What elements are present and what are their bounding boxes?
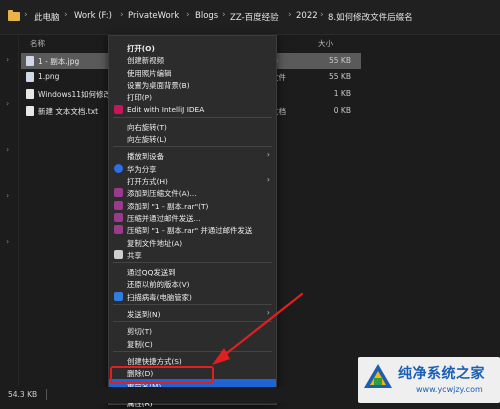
annotation-arrow-icon [212, 292, 304, 365]
watermark: 纯净系统之家 www.ycwjzy.com [358, 357, 500, 403]
watermark-logo-icon [364, 364, 392, 388]
watermark-url: www.ycwjzy.com [416, 385, 483, 394]
watermark-title: 纯净系统之家 [398, 366, 485, 382]
